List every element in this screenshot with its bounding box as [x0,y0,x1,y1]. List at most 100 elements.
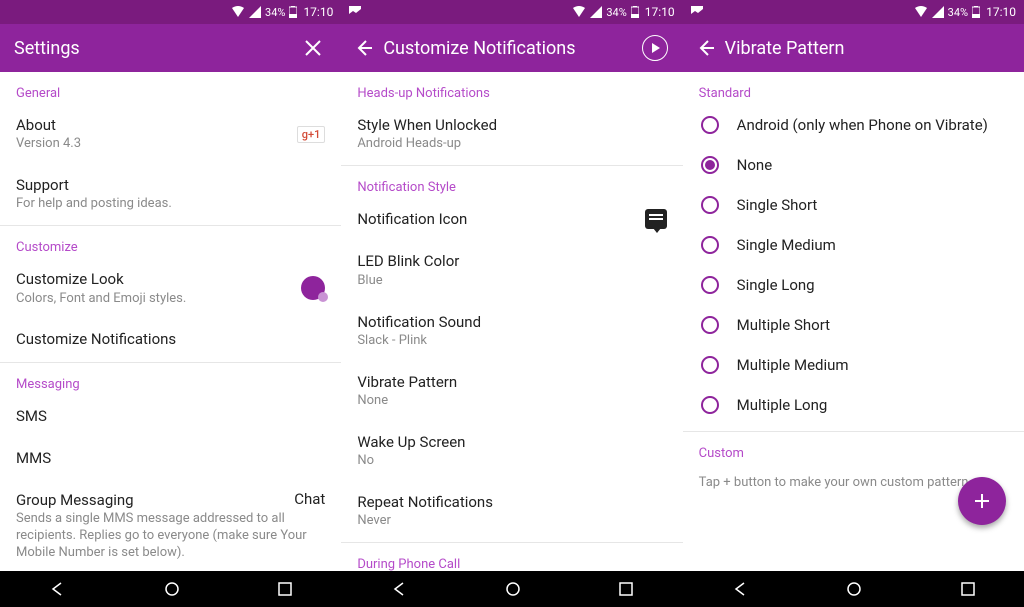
page-title: Vibrate Pattern [725,38,1010,59]
toolbar: Settings [0,24,341,72]
nav-recent-icon[interactable] [278,582,292,596]
back-button[interactable] [697,39,725,57]
nav-back-icon[interactable] [391,581,407,597]
row-mms[interactable]: MMS [0,438,341,480]
radio-icon [701,396,719,414]
nav-recent-icon[interactable] [961,582,975,596]
fab-add-pattern[interactable] [958,477,1006,525]
radio-icon [701,156,719,174]
battery-pct: 34% [265,6,285,19]
sound-sub: Slack - Plink [357,333,666,350]
wake-sub: No [357,453,666,470]
radio-label: Single Short [737,196,818,214]
notif-title: Customize Notifications [16,329,325,349]
screen-customize-notifications: 34% 17:10 Customize Notifications Heads-… [341,0,682,607]
radio-option[interactable]: Single Medium [683,225,1024,265]
radio-option[interactable]: Single Long [683,265,1024,305]
section-messaging: Messaging [0,363,341,396]
nav-back-icon[interactable] [732,581,748,597]
row-customize-look[interactable]: Customize Look Colors, Font and Emoji st… [0,259,341,319]
section-custom: Custom [683,432,1024,465]
chat-bubble-icon [645,209,667,229]
look-title: Customize Look [16,269,293,289]
nav-back-icon[interactable] [49,581,65,597]
radio-option[interactable]: None [683,145,1024,185]
row-style-unlocked[interactable]: Style When Unlocked Android Heads-up [341,105,682,165]
row-group-messaging[interactable]: Group Messaging Chat Sends a single MMS … [0,480,341,571]
battery-icon [972,6,980,18]
radio-label: Multiple Short [737,316,830,334]
vibrate-sub: None [357,393,666,410]
radio-option[interactable]: Android (only when Phone on Vibrate) [683,105,1024,145]
row-notification-icon[interactable]: Notification Icon [341,199,682,241]
row-led-blink[interactable]: LED Blink Color Blue [341,241,682,301]
row-notification-sound[interactable]: Notification Sound Slack - Plink [341,302,682,362]
radio-label: None [737,156,773,174]
statusbar: 34% 17:10 [0,0,341,24]
repeat-title: Repeat Notifications [357,492,666,512]
toolbar: Customize Notifications [341,24,682,72]
section-standard: Standard [683,72,1024,105]
battery-pct: 34% [948,6,968,19]
screen-vibrate-pattern: 34% 17:10 Vibrate Pattern Standard Andro… [683,0,1024,607]
battery-icon [631,6,639,18]
radio-icon [701,236,719,254]
row-repeat-notifications[interactable]: Repeat Notifications Never [341,482,682,542]
row-about[interactable]: About Version 4.3 g+1 [0,105,341,165]
section-headsup: Heads-up Notifications [341,72,682,105]
clock: 17:10 [303,5,333,19]
play-button[interactable] [641,34,669,62]
radio-label: Single Long [737,276,815,294]
nav-recent-icon[interactable] [619,582,633,596]
section-notification-style: Notification Style [341,166,682,199]
nav-home-icon[interactable] [505,581,521,597]
back-button[interactable] [355,39,383,57]
row-customize-notifications[interactable]: Customize Notifications [0,319,341,361]
style-sub: Android Heads-up [357,136,666,153]
statusbar: 34% 17:10 [683,0,1024,24]
plus-icon [972,491,992,511]
cell-signal-icon [932,6,944,18]
radio-icon [701,116,719,134]
radio-option[interactable]: Multiple Medium [683,345,1024,385]
radio-icon [701,276,719,294]
wifi-icon [231,6,245,18]
icon-title: Notification Icon [357,209,636,229]
page-title: Settings [14,38,299,59]
wake-title: Wake Up Screen [357,432,666,452]
navbar [0,571,341,607]
screenshot-icon [349,6,361,18]
close-button[interactable] [299,34,327,62]
row-vibrate-pattern[interactable]: Vibrate Pattern None [341,362,682,422]
row-support[interactable]: Support For help and posting ideas. [0,165,341,225]
radio-icon [701,196,719,214]
led-title: LED Blink Color [357,251,666,271]
group-sub: Sends a single MMS message addressed to … [16,511,325,562]
radio-option[interactable]: Multiple Short [683,305,1024,345]
sound-title: Notification Sound [357,312,666,332]
cell-signal-icon [590,6,602,18]
clock: 17:10 [645,5,675,19]
vibrate-list: Standard Android (only when Phone on Vib… [683,72,1024,571]
radio-option[interactable]: Single Short [683,185,1024,225]
radio-label: Multiple Long [737,396,828,414]
row-wake-up[interactable]: Wake Up Screen No [341,422,682,482]
gplus-badge[interactable]: g+1 [297,126,326,143]
about-sub: Version 4.3 [16,136,289,153]
repeat-sub: Never [357,513,666,530]
vibrate-title: Vibrate Pattern [357,372,666,392]
sms-title: SMS [16,406,325,426]
settings-list: General About Version 4.3 g+1 Support Fo… [0,72,341,571]
style-title: Style When Unlocked [357,115,666,135]
radio-option[interactable]: Multiple Long [683,385,1024,425]
row-sms[interactable]: SMS [0,396,341,438]
radio-label: Multiple Medium [737,356,849,374]
led-sub: Blue [357,273,666,290]
radio-icon [701,316,719,334]
nav-home-icon[interactable] [164,581,180,597]
nav-home-icon[interactable] [846,581,862,597]
notifications-list: Heads-up Notifications Style When Unlock… [341,72,682,571]
screenshot-icon [691,6,703,18]
radio-icon [701,356,719,374]
screen-settings: 34% 17:10 Settings General About Version… [0,0,341,607]
